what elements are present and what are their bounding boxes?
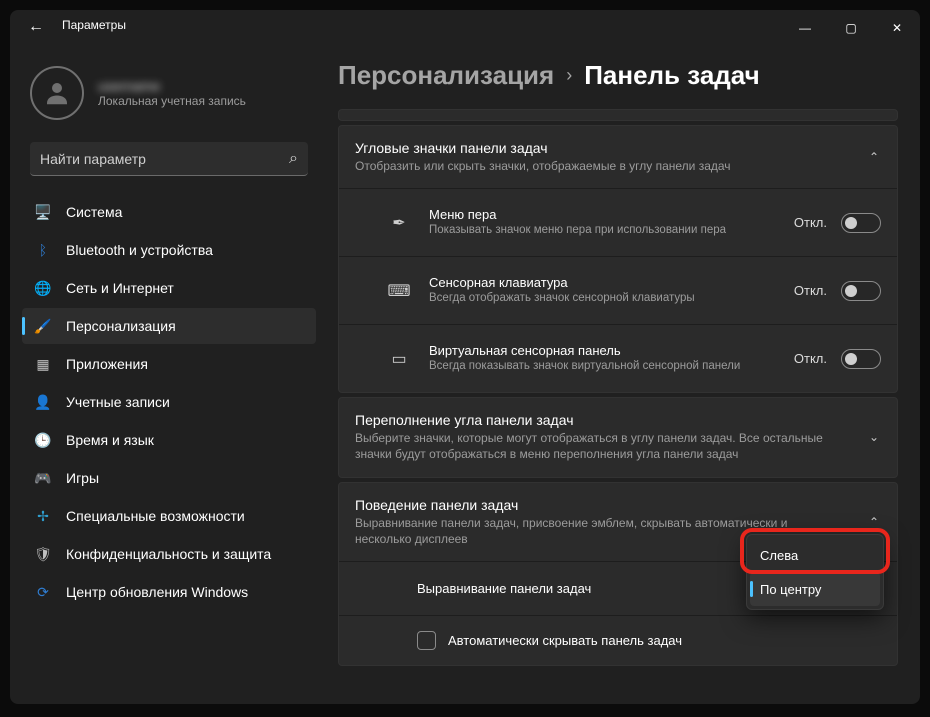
sidebar-item-5[interactable]: 👤 Учетные записи: [22, 384, 316, 420]
collapsed-card[interactable]: [338, 109, 898, 121]
search-icon: ⌕: [289, 150, 298, 168]
chevron-up-icon: ⌃: [869, 150, 879, 164]
row-sub: Показывать значок меню пера при использо…: [429, 223, 784, 238]
maximize-button[interactable]: ▢: [828, 10, 874, 46]
toggle-state: Откл.: [794, 215, 827, 230]
toggle-state: Откл.: [794, 283, 827, 298]
sidebar-item-8[interactable]: ✢ Специальные возможности: [22, 498, 316, 534]
nav-label: Учетные записи: [66, 394, 170, 410]
breadcrumb-current: Панель задач: [584, 60, 760, 91]
alignment-label: Выравнивание панели задач: [417, 581, 591, 596]
sidebar-item-6[interactable]: 🕒 Время и язык: [22, 422, 316, 458]
nav-icon: ⟳: [34, 583, 52, 601]
nav-icon: ▦: [34, 355, 52, 373]
corner-icons-header[interactable]: Угловые значки панели задач Отобразить и…: [339, 126, 897, 188]
corner-icons-card: Угловые значки панели задач Отобразить и…: [338, 125, 898, 393]
row-sub: Всегда отображать значок сенсорной клави…: [429, 291, 784, 306]
search-input[interactable]: [40, 151, 289, 167]
nav-label: Конфиденциальность и защита: [66, 546, 271, 562]
option-left-label: Слева: [760, 548, 798, 563]
row-title: Виртуальная сенсорная панель: [429, 343, 784, 358]
person-icon: [42, 78, 72, 108]
corner-icons-subtitle: Отобразить или скрыть значки, отображаем…: [355, 158, 847, 174]
row-icon: ⌨: [385, 281, 413, 301]
option-left[interactable]: Слева: [750, 538, 880, 572]
toggle-state: Откл.: [794, 351, 827, 366]
main-panel: Персонализация › Панель задач Угловые зн…: [320, 46, 920, 704]
titlebar: ← Параметры ― ▢ ✕: [10, 10, 920, 46]
sidebar: username Локальная учетная запись ⌕ 🖥️ Си…: [10, 46, 320, 704]
overflow-card[interactable]: Переполнение угла панели задач Выберите …: [338, 397, 898, 477]
behavior-title: Поведение панели задач: [355, 497, 847, 513]
user-block[interactable]: username Локальная учетная запись: [22, 56, 316, 138]
nav-icon: 🌐: [34, 279, 52, 297]
autohide-label: Автоматически скрывать панель задач: [448, 633, 682, 648]
nav-icon: 👤: [34, 393, 52, 411]
back-button[interactable]: ←: [28, 18, 44, 36]
option-center[interactable]: По центру: [750, 572, 880, 606]
sidebar-item-2[interactable]: 🌐 Сеть и Интернет: [22, 270, 316, 306]
nav-label: Центр обновления Windows: [66, 584, 248, 600]
chevron-up-icon: ⌃: [869, 515, 879, 529]
corner-icons-title: Угловые значки панели задач: [355, 140, 847, 156]
window-title: Параметры: [62, 18, 126, 32]
sidebar-item-0[interactable]: 🖥️ Система: [22, 194, 316, 230]
chevron-right-icon: ›: [566, 65, 572, 86]
toggle-row-2: ▭ Виртуальная сенсорная панельВсегда пока…: [339, 324, 897, 392]
row-sub: Всегда показывать значок виртуальной сен…: [429, 359, 784, 374]
nav-label: Система: [66, 204, 122, 220]
minimize-button[interactable]: ―: [782, 10, 828, 46]
toggle-switch[interactable]: [841, 349, 881, 369]
autohide-row[interactable]: Автоматически скрывать панель задач: [339, 615, 897, 665]
nav-icon: 🎮: [34, 469, 52, 487]
sidebar-item-10[interactable]: ⟳ Центр обновления Windows: [22, 574, 316, 610]
nav-label: Персонализация: [66, 318, 176, 334]
row-icon: ✒: [385, 213, 413, 233]
toggle-row-0: ✒ Меню пераПоказывать значок меню пера пр…: [339, 188, 897, 256]
sidebar-item-7[interactable]: 🎮 Игры: [22, 460, 316, 496]
user-name: username: [98, 78, 246, 94]
toggle-switch[interactable]: [841, 281, 881, 301]
nav-icon: 🕒: [34, 431, 52, 449]
alignment-popup: Слева По центру: [746, 534, 884, 610]
toggle-switch[interactable]: [841, 213, 881, 233]
sidebar-item-3[interactable]: 🖌️ Персонализация: [22, 308, 316, 344]
nav-icon: ᛒ: [34, 241, 52, 259]
nav: 🖥️ Система ᛒ Bluetooth и устройства 🌐 Сеть и …: [22, 194, 316, 610]
close-button[interactable]: ✕: [874, 10, 920, 46]
nav-icon: ✢: [34, 507, 52, 525]
avatar: [30, 66, 84, 120]
row-icon: ▭: [385, 349, 413, 369]
chevron-down-icon: ⌄: [869, 430, 879, 444]
option-center-label: По центру: [760, 582, 821, 597]
row-title: Сенсорная клавиатура: [429, 275, 784, 290]
sidebar-item-1[interactable]: ᛒ Bluetooth и устройства: [22, 232, 316, 268]
nav-label: Bluetooth и устройства: [66, 242, 213, 258]
breadcrumb: Персонализация › Панель задач: [338, 46, 914, 109]
autohide-checkbox[interactable]: [417, 631, 436, 650]
sidebar-item-4[interactable]: ▦ Приложения: [22, 346, 316, 382]
user-sub: Локальная учетная запись: [98, 94, 246, 108]
nav-icon: 🖥️: [34, 203, 52, 221]
content-scroll[interactable]: Угловые значки панели задач Отобразить и…: [338, 109, 914, 704]
sidebar-item-9[interactable]: 🛡 Конфиденциальность и защита: [22, 536, 316, 572]
search-box[interactable]: ⌕: [30, 142, 308, 176]
breadcrumb-parent[interactable]: Персонализация: [338, 60, 554, 91]
nav-label: Специальные возможности: [66, 508, 245, 524]
settings-window: ← Параметры ― ▢ ✕ username Локальная уче…: [10, 10, 920, 704]
overflow-subtitle: Выберите значки, которые могут отображат…: [355, 430, 847, 462]
nav-label: Сеть и Интернет: [66, 280, 174, 296]
nav-icon: 🖌️: [34, 317, 52, 335]
nav-label: Приложения: [66, 356, 148, 372]
row-title: Меню пера: [429, 207, 784, 222]
nav-label: Время и язык: [66, 432, 154, 448]
nav-label: Игры: [66, 470, 99, 486]
toggle-row-1: ⌨ Сенсорная клавиатураВсегда отображать з…: [339, 256, 897, 324]
overflow-title: Переполнение угла панели задач: [355, 412, 847, 428]
nav-icon: 🛡: [34, 545, 52, 563]
